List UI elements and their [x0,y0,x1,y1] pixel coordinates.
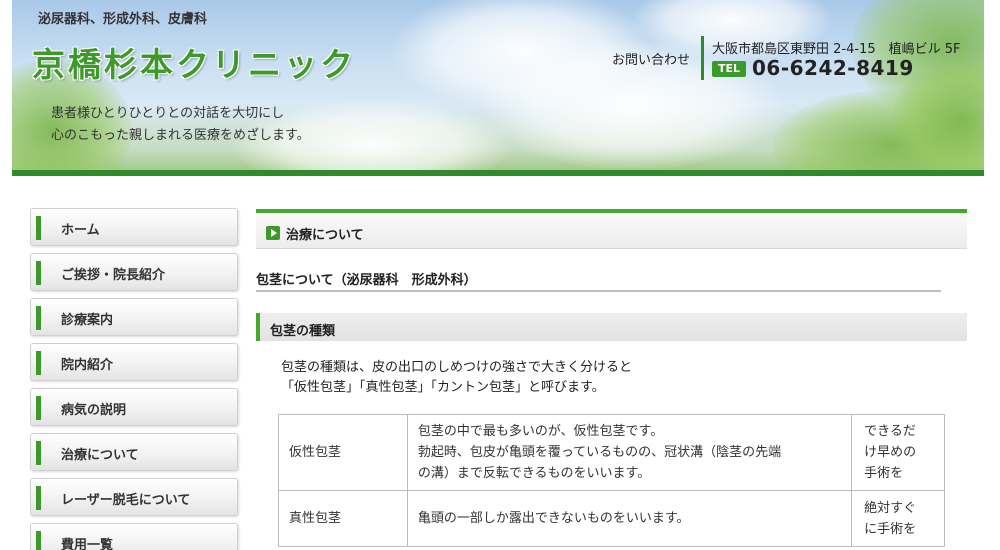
sidebar-item-laser-hair-removal[interactable]: レーザー脱毛について [30,478,238,516]
sidebar-item-label: 費用一覧 [61,538,114,550]
intro-line: 「仮性包茎」「真性包茎」「カントン包茎」と呼びます。 [281,380,605,395]
sidebar-item-medical-info[interactable]: 診療案内 [30,298,238,336]
nav-marker [36,216,41,240]
sidebar-item-label: ホーム [61,223,100,238]
sidebar-nav: ホーム ご挨拶・院長紹介 診療案内 院内紹介 病気の説明 治療について レーザー… [30,208,238,550]
recommendation-line: 手術を [864,466,904,481]
phone-number[interactable]: 06-6242-8419 [752,56,914,80]
nav-marker [36,486,41,510]
table-cell-name: 真性包茎 [278,490,408,547]
main-content: 治療について 包茎について（泌尿器科 形成外科） 包茎の種類 包茎の種類は、皮の… [256,209,967,547]
sidebar-item-label: 診療案内 [61,313,114,328]
sidebar-item-diseases[interactable]: 病気の説明 [30,388,238,426]
table-cell-name: 仮性包茎 [278,414,408,491]
contact-divider [701,36,704,80]
tel-badge: TEL [712,61,746,77]
table-row: 仮性包茎 包茎の中で最も多いのが、仮性包茎です。 勃起時、包皮が亀頭を覆っている… [278,414,945,491]
sidebar-item-facility[interactable]: 院内紹介 [30,343,238,381]
intro-line: 包茎の種類は、皮の出口のしめつけの強さで大きく分けると [281,360,633,375]
sidebar-item-treatment[interactable]: 治療について [30,433,238,471]
recommendation-line: 絶対すぐ [864,500,917,516]
content-heading-text: 包茎の種類 [270,324,336,339]
table-cell-description: 包茎の中で最も多いのが、仮性包茎です。 勃起時、包皮が亀頭を覆っているものの、冠… [406,414,853,491]
phimosis-types-table: 仮性包茎 包茎の中で最も多いのが、仮性包茎です。 勃起時、包皮が亀頭を覆っている… [278,414,945,547]
content-heading: 包茎の種類 [256,313,967,341]
recommendation-line: できるだ [864,424,916,439]
nav-marker [36,441,41,465]
nav-marker [36,351,41,375]
nav-marker [36,531,41,550]
sidebar-item-label: ご挨拶・院長紹介 [61,268,166,283]
header-divider [12,170,984,176]
section-heading-text: 治療について [286,228,364,243]
sidebar-item-home[interactable]: ホーム [30,208,238,246]
recommendation-line: に手術を [864,521,917,537]
recommendation-line: け早めの [864,445,917,460]
section-heading: 治療について [256,209,967,249]
specialties-text: 泌尿器科、形成外科、皮膚科 [38,12,208,27]
sidebar-item-label: 院内紹介 [61,358,114,373]
sidebar-item-label: 治療について [61,448,139,463]
nav-marker [36,306,41,330]
description-line: 勃起時、包皮が亀頭を覆っているものの、冠状溝（陰茎の先端 [417,445,782,460]
sidebar-item-fees[interactable]: 費用一覧 [30,523,238,550]
slogan-line: 患者様ひとりひとりとの対話を大切にし [51,106,285,121]
header-banner: 泌尿器科、形成外科、皮膚科 京橋杉本クリニック 患者様ひとりひとりとの対話を大切… [12,0,984,176]
clinic-address: 大阪市都島区東野田 2-4-15 植嶋ビル 5F [712,42,961,57]
table-cell-description: 亀頭の一部しか露出できないものをいいます。 [406,490,853,547]
slogan-line: 心のこもった親しまれる医療をめざします。 [51,128,310,143]
clinic-logo-title[interactable]: 京橋杉本クリニック [32,38,356,86]
table-cell-recommendation: 絶対すぐ に手術を [851,490,945,547]
table-row: 真性包茎 亀頭の一部しか露出できないものをいいます。 絶対すぐ に手術を [278,490,945,547]
table-cell-recommendation: できるだ け早めの 手術を [851,414,945,491]
description-line: 亀頭の一部しか露出できないものをいいます。 [417,511,690,526]
play-icon [266,226,280,240]
description-line: の溝）まで反転できるものをいいます。 [417,466,651,481]
intro-paragraph: 包茎の種類は、皮の出口のしめつけの強さで大きく分けると 「仮性包茎」「真性包茎」… [281,358,632,398]
page-subtitle: 包茎について（泌尿器科 形成外科） [256,269,941,292]
contact-label: お問い合わせ [612,53,691,68]
nav-marker [36,396,41,420]
clinic-slogan: 患者様ひとりひとりとの対話を大切にし 心のこもった親しまれる医療をめざします。 [51,103,310,147]
sidebar-item-label: レーザー脱毛について [61,493,191,508]
sidebar-item-label: 病気の説明 [61,403,127,418]
description-line: 包茎の中で最も多いのが、仮性包茎です。 [417,424,664,439]
nav-marker [36,261,41,285]
sidebar-item-greeting[interactable]: ご挨拶・院長紹介 [30,253,238,291]
